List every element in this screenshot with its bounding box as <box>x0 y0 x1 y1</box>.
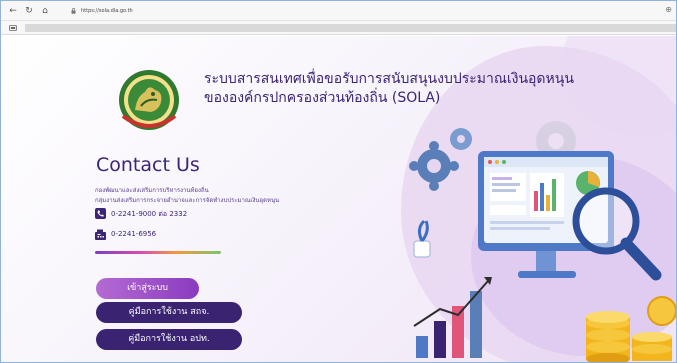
gear-icon <box>450 128 472 150</box>
plant-icon <box>413 219 431 258</box>
browser-toolbar: ← ↻ ⌂ https://sola.dla.go.th ⊕ <box>1 1 676 21</box>
sola-landing-page: ระบบสารสนเทศเพื่อขอรับการสนับสนุนงบประมา… <box>1 36 676 362</box>
fax-icon <box>95 229 106 240</box>
page-title: ระบบสารสนเทศเพื่อขอรับการสนับสนุนงบประมา… <box>204 70 614 108</box>
growth-chart-icon <box>413 277 492 358</box>
browser-window: ← ↻ ⌂ https://sola.dla.go.th ⊕ ระบบสารสน… <box>0 0 677 363</box>
magnifier-icon <box>572 187 662 281</box>
page-title-line2: ขององค์กรปกครองส่วนท้องถิ่น (SOLA) <box>204 90 441 106</box>
dashboard-illustration <box>409 121 676 362</box>
bookmark-strip <box>25 24 676 32</box>
url-text: https://sola.dla.go.th <box>81 8 133 14</box>
address-bar[interactable]: https://sola.dla.go.th <box>69 5 659 17</box>
bookmark-bar <box>1 21 676 35</box>
tab-icon[interactable] <box>9 24 17 32</box>
manual-staff-button[interactable]: คู่มือการใช้งาน สถจ. <box>96 302 242 323</box>
org-name-line2: กลุ่มงานส่งเสริมการกระจายอำนาจและการจัดท… <box>95 197 280 204</box>
dla-emblem-logo <box>119 70 179 130</box>
org-name-line1: กองพัฒนาและส่งเสริมการบริหารงานท้องถิ่น <box>95 187 209 194</box>
login-button[interactable]: เข้าสู่ระบบ <box>96 278 199 299</box>
phone-number: 0-2241-9000 ต่อ 2332 <box>111 210 188 218</box>
decorative-color-bar <box>95 251 221 254</box>
page-title-line1: ระบบสารสนเทศเพื่อขอรับการสนับสนุนงบประมา… <box>204 71 574 87</box>
lock-icon <box>71 8 76 14</box>
contact-heading: Contact Us <box>96 154 200 176</box>
home-icon[interactable]: ⌂ <box>39 5 51 17</box>
phone-icon <box>95 208 106 219</box>
coins-icon <box>586 296 676 362</box>
reload-icon[interactable]: ↻ <box>23 5 35 17</box>
zoom-icon[interactable]: ⊕ <box>665 5 672 14</box>
manual-local-button[interactable]: คู่มือการใช้งาน อปท. <box>96 329 242 350</box>
fax-number: 0-2241-6956 <box>111 230 157 238</box>
back-icon[interactable]: ← <box>7 5 19 17</box>
gear-icon <box>409 141 459 191</box>
